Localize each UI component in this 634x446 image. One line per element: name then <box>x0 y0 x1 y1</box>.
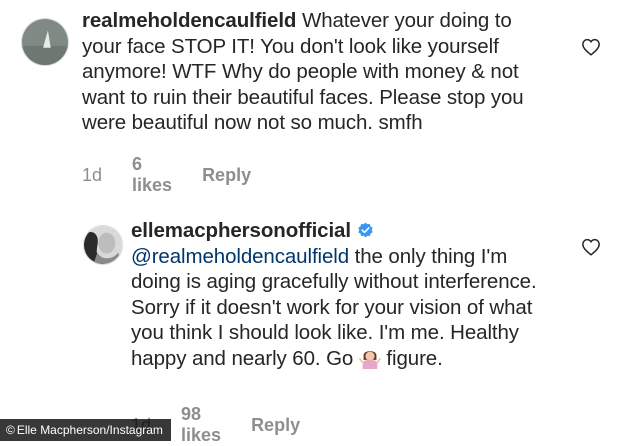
verified-badge-icon <box>358 222 373 238</box>
comment-text: realmeholdencaulfield Whatever your doin… <box>82 8 552 136</box>
photo-credit-watermark: © Elle Macpherson/Instagram <box>0 419 171 441</box>
woman-shrugging-emoji <box>358 350 381 369</box>
comment-username[interactable]: realmeholdencaulfield <box>82 9 296 32</box>
reply-button[interactable]: Reply <box>202 165 251 186</box>
comment-text: ellemacphersonofficial @realmeholdencaul… <box>131 218 551 371</box>
comment-username[interactable]: ellemacphersonofficial <box>131 219 351 242</box>
reply-button[interactable]: Reply <box>251 415 300 436</box>
shark-fin-icon <box>22 19 68 65</box>
comment-meta: 1d 6 likes Reply <box>82 154 251 196</box>
profile-photo-icon <box>84 226 122 264</box>
photo-credit-text: Elle Macpherson/Instagram <box>16 423 163 437</box>
comment-likes[interactable]: 6 likes <box>132 154 172 196</box>
avatar[interactable] <box>21 18 69 66</box>
copyright-symbol: © <box>6 423 15 437</box>
heart-outline-icon[interactable] <box>581 238 601 256</box>
comment-likes[interactable]: 98 likes <box>181 404 221 446</box>
comment-body-end: figure. <box>380 346 443 370</box>
comment-time: 1d <box>82 164 103 185</box>
avatar[interactable] <box>83 225 123 265</box>
mention-link[interactable]: @realmeholdencaulfield <box>131 245 349 268</box>
heart-outline-icon[interactable] <box>581 38 601 56</box>
